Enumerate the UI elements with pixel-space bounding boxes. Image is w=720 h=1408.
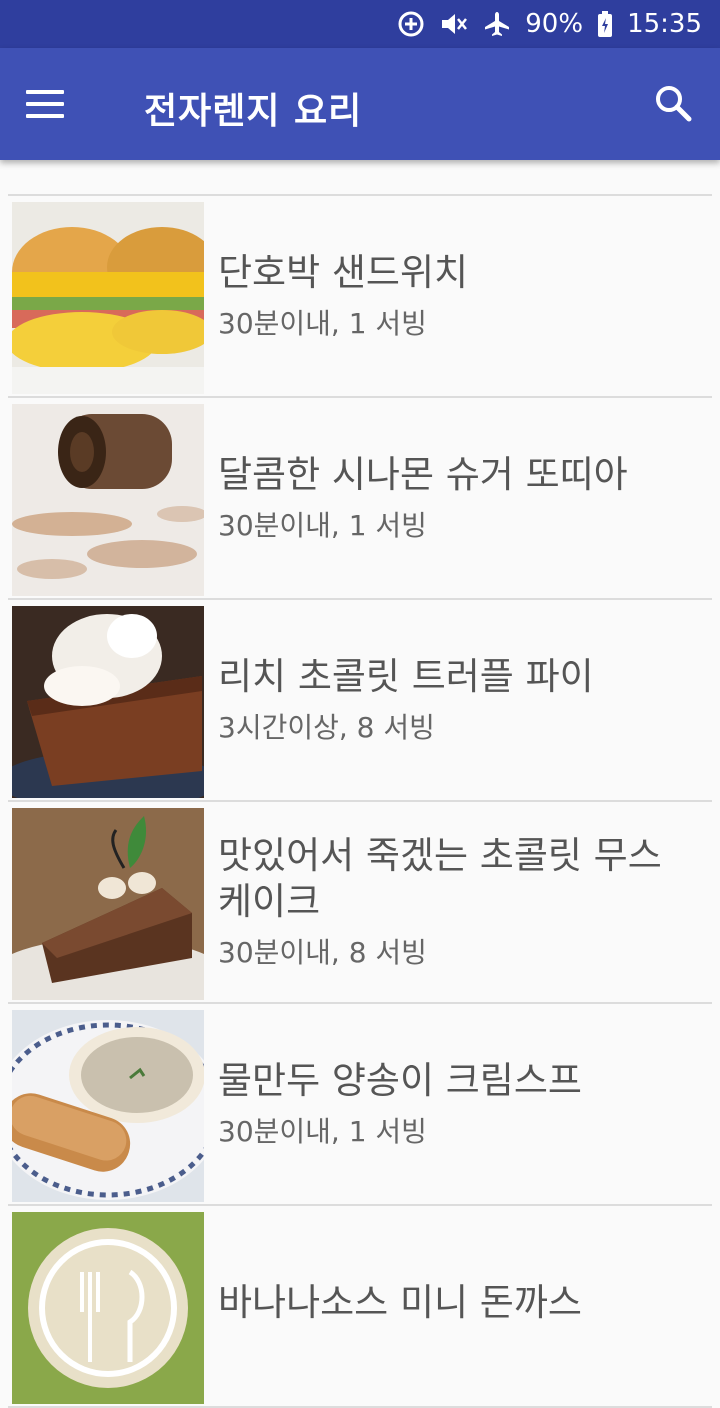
- recipe-title: 맛있어서 죽겠는 초콜릿 무스 케이크: [218, 834, 662, 923]
- search-icon: [656, 86, 692, 122]
- hamburger-icon-line: [26, 114, 64, 118]
- recipe-title: 리치 초콜릿 트러플 파이: [218, 655, 594, 698]
- recipe-thumbnail: [12, 1010, 204, 1202]
- recipe-thumbnail: [12, 404, 204, 596]
- status-bar: 90% 15:35: [0, 0, 720, 48]
- recipe-thumbnail: [12, 202, 204, 394]
- recipe-thumbnail: [12, 1212, 204, 1404]
- recipe-title: 물만두 양송이 크림스프: [218, 1059, 582, 1102]
- recipe-meta: 30분이내, 1 서빙: [218, 307, 427, 340]
- recipe-title: 바나나소스 미니 돈까스: [218, 1281, 582, 1324]
- hamburger-icon-line: [26, 102, 64, 106]
- page-title: 전자렌지 요리: [144, 91, 363, 132]
- recipe-title: 달콤한 시나몬 슈거 또띠아: [218, 453, 628, 496]
- clock: 15:35: [627, 9, 702, 39]
- recipe-list: 단호박 샌드위치 30분이내, 1 서빙 달콤한 시나몬 슈거 또띠아 30분이…: [0, 194, 712, 1408]
- recipe-meta: 30분이내, 1 서빙: [218, 509, 427, 542]
- recipe-meta: 30분이내, 8 서빙: [218, 936, 427, 969]
- list-item[interactable]: 리치 초콜릿 트러플 파이 3시간이상, 8 서빙: [8, 600, 712, 802]
- data-saver-icon: [397, 10, 425, 38]
- recipe-meta: 30분이내, 1 서빙: [218, 1115, 427, 1148]
- airplane-mode-icon: [483, 10, 511, 38]
- battery-charging-icon: [597, 10, 613, 38]
- menu-button[interactable]: [26, 78, 86, 130]
- recipe-meta: 3시간이상, 8 서빙: [218, 711, 435, 744]
- list-item[interactable]: 맛있어서 죽겠는 초콜릿 무스 케이크 30분이내, 8 서빙: [8, 802, 712, 1004]
- list-item[interactable]: 바나나소스 미니 돈까스: [8, 1206, 712, 1408]
- recipe-thumbnail: [12, 606, 204, 798]
- list-item[interactable]: 단호박 샌드위치 30분이내, 1 서빙: [8, 196, 712, 398]
- search-button[interactable]: [652, 82, 696, 126]
- list-item[interactable]: 달콤한 시나몬 슈거 또띠아 30분이내, 1 서빙: [8, 398, 712, 600]
- battery-percent: 90%: [525, 9, 584, 39]
- mute-icon: [439, 10, 469, 38]
- app-bar: 전자렌지 요리: [0, 48, 720, 160]
- recipe-title: 단호박 샌드위치: [218, 251, 469, 294]
- list-item[interactable]: 물만두 양송이 크림스프 30분이내, 1 서빙: [8, 1004, 712, 1206]
- recipe-thumbnail: [12, 808, 204, 1000]
- hamburger-icon: [26, 90, 64, 94]
